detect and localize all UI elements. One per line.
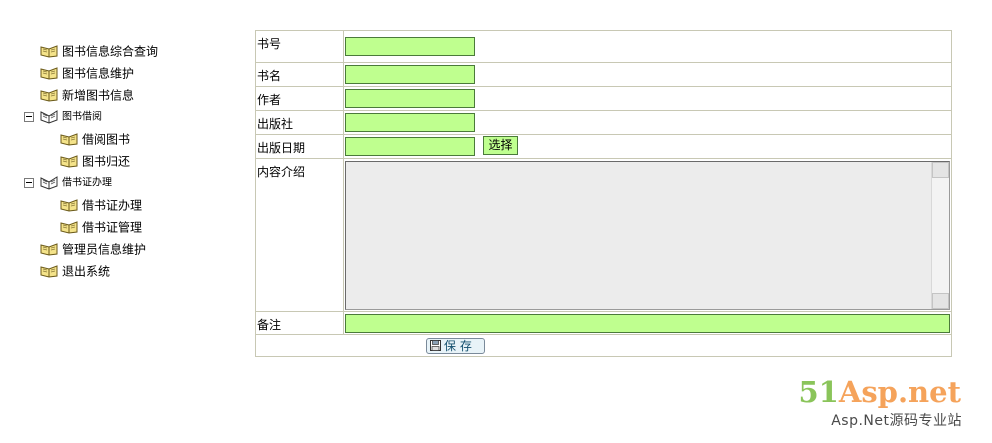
menu-item-label: 图书信息维护 (62, 66, 135, 81)
book-no-label: 书号 (256, 31, 344, 62)
book-icon (40, 66, 58, 80)
form-row-pub-date: 出版日期 选择 (256, 135, 951, 159)
menu-item-label: 新增图书信息 (62, 88, 135, 103)
menu-item-card-manage[interactable]: 借书证管理 (22, 216, 242, 238)
menu-item-label: 图书归还 (82, 154, 131, 169)
menu-item-label: 图书信息综合查询 (62, 44, 159, 59)
brand-logo: 51Asp.net (799, 375, 962, 409)
form-row-remark: 备注 (256, 312, 951, 335)
floppy-disk-icon (430, 340, 441, 351)
menu-item-label: 借书证管理 (82, 220, 143, 235)
form-row-publisher: 出版社 (256, 111, 951, 135)
save-button-label: 保 存 (444, 339, 472, 353)
brand-prefix: 51 (798, 375, 839, 409)
book-icon (60, 198, 78, 212)
title-label: 书名 (256, 63, 344, 86)
book-no-input[interactable] (345, 37, 475, 56)
menu-item-card-issue[interactable]: 借书证办理 (22, 194, 242, 216)
book-icon (40, 264, 58, 278)
author-input[interactable] (345, 89, 475, 108)
menu-item-label: 退出系统 (62, 264, 111, 279)
menu-item-return-book[interactable]: 图书归还 (22, 150, 242, 172)
publisher-label: 出版社 (256, 111, 344, 134)
book-form: 书号 书名 作者 出版社 出版日期 选择 内容介绍 备注 保 存 (255, 30, 952, 357)
menu-group-label: 借书证办理 (62, 177, 112, 189)
menu-item-add-book[interactable]: 新增图书信息 (22, 84, 242, 106)
pub-date-input[interactable] (345, 137, 475, 156)
scroll-down-button[interactable] (932, 293, 949, 309)
book-icon (60, 154, 78, 168)
form-row-actions: 保 存 (256, 335, 951, 356)
nav-tree: 图书信息综合查询 图书信息维护 新增图书信息 图书借阅 借阅图书 图书归还 借书… (22, 40, 242, 282)
menu-group-card[interactable]: 借书证办理 (22, 172, 242, 194)
save-button[interactable]: 保 存 (426, 338, 485, 354)
book-open-icon (40, 175, 58, 190)
form-row-intro: 内容介绍 (256, 159, 951, 312)
book-icon (40, 242, 58, 256)
form-row-title: 书名 (256, 63, 951, 87)
book-icon (40, 88, 58, 102)
book-icon (40, 44, 58, 58)
menu-item-book-query[interactable]: 图书信息综合查询 (22, 40, 242, 62)
menu-item-logout[interactable]: 退出系统 (22, 260, 242, 282)
author-label: 作者 (256, 87, 344, 110)
menu-group-borrow[interactable]: 图书借阅 (22, 106, 242, 128)
menu-group-label: 图书借阅 (62, 111, 102, 123)
remark-label: 备注 (256, 312, 344, 334)
pick-date-button[interactable]: 选择 (483, 136, 518, 155)
title-input[interactable] (345, 65, 475, 84)
brand-tagline: Asp.Net源码专业站 (831, 413, 962, 429)
collapse-toggle-icon[interactable] (24, 178, 34, 188)
scroll-up-button[interactable] (932, 162, 949, 178)
menu-item-admin-maintain[interactable]: 管理员信息维护 (22, 238, 242, 260)
publisher-input[interactable] (345, 113, 475, 132)
menu-item-label: 借书证办理 (82, 198, 143, 213)
book-icon (60, 132, 78, 146)
brand-rest: Asp.net (838, 375, 961, 409)
book-open-icon (40, 109, 58, 124)
intro-scrollbar[interactable] (931, 162, 949, 309)
intro-label: 内容介绍 (256, 159, 344, 311)
menu-item-book-maintain[interactable]: 图书信息维护 (22, 62, 242, 84)
book-icon (60, 220, 78, 234)
menu-item-label: 管理员信息维护 (62, 242, 147, 257)
form-row-author: 作者 (256, 87, 951, 111)
intro-textarea[interactable] (345, 161, 950, 310)
menu-item-borrow-book[interactable]: 借阅图书 (22, 128, 242, 150)
collapse-toggle-icon[interactable] (24, 112, 34, 122)
remark-input[interactable] (345, 314, 950, 333)
form-row-book-no: 书号 (256, 31, 951, 63)
menu-item-label: 借阅图书 (82, 132, 131, 147)
pub-date-label: 出版日期 (256, 135, 344, 158)
